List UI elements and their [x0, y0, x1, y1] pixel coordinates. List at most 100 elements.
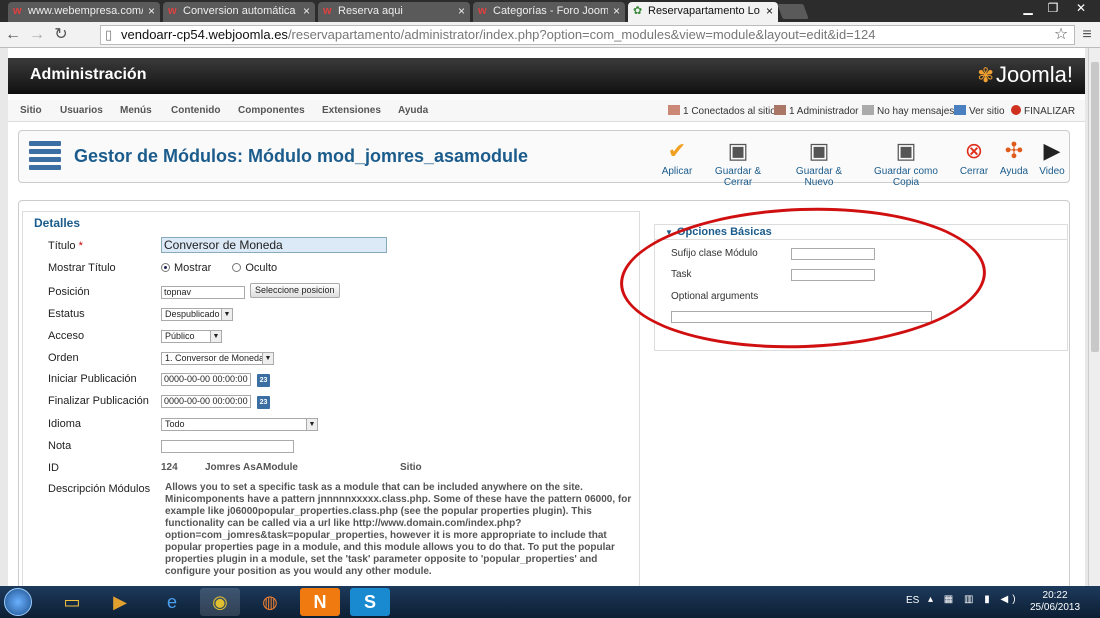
language-select[interactable]: Todo ▼ [161, 418, 318, 431]
url-host: vendoarr-cp54.webjoomla.es [121, 27, 288, 42]
save-new-label: Guardar & Nuevo [795, 166, 843, 188]
title-input[interactable]: Conversor de Moneda [161, 237, 387, 253]
hide-radio-label: Oculto [245, 262, 278, 274]
title-label: Título * [48, 240, 83, 252]
access-select[interactable]: Público ▼ [161, 330, 222, 343]
chevron-down-icon: ▼ [306, 419, 317, 430]
close-icon[interactable]: × [303, 2, 310, 21]
admin-menu-bar: Sitio Usuarios Menús Contenido Component… [8, 100, 1085, 122]
bookmark-star-icon[interactable]: ☆ [1052, 26, 1070, 44]
calendar-icon[interactable]: 23 [257, 374, 270, 387]
close-icon[interactable]: × [613, 2, 620, 21]
monitor-icon [954, 105, 966, 115]
browser-menu-icon[interactable]: ≡ [1078, 26, 1096, 44]
view-site-link[interactable]: Ver sitio [954, 105, 1005, 117]
chevron-down-icon: ▼ [210, 331, 221, 342]
minimize-icon[interactable]: ▁ [1015, 0, 1041, 18]
show-title-label: Mostrar Título [48, 262, 116, 274]
connected-users-status[interactable]: 1 Conectados al sitio [668, 105, 776, 117]
help-button[interactable]: ✣ Ayuda [999, 139, 1029, 178]
clock-date: 25/06/2013 [1030, 602, 1081, 613]
menu-menus[interactable]: Menús [120, 105, 152, 116]
order-select[interactable]: 1. Conversor de Moneda ▼ [161, 352, 274, 365]
checkmark-icon: ✔ [667, 138, 687, 163]
description-label: Descripción Módulos [48, 483, 151, 495]
admins-status[interactable]: 1 Administrador [774, 105, 858, 117]
reload-icon[interactable]: ↻ [52, 26, 70, 44]
details-legend: Detalles [34, 216, 81, 230]
start-button[interactable] [4, 588, 32, 616]
publish-end-label: Finalizar Publicación [48, 395, 149, 407]
tab-label: Reserva aqui [338, 5, 403, 17]
skype-icon[interactable]: S [350, 588, 390, 616]
save-close-button[interactable]: ▣ Guardar & Cerrar [702, 139, 774, 189]
show-radio[interactable]: Mostrar [161, 262, 211, 274]
note-input[interactable] [161, 440, 294, 453]
save-copy-label: Guardar como Copia [874, 166, 938, 188]
forward-icon[interactable]: → [28, 26, 46, 44]
tab-label: www.webempresa.com/r [28, 5, 143, 17]
close-label: Cerrar [959, 166, 989, 177]
app-n-icon[interactable]: N [300, 588, 340, 616]
title-label-text: Título [48, 240, 76, 252]
new-tab-button[interactable] [777, 4, 809, 19]
calendar-icon[interactable]: 23 [257, 396, 270, 409]
tab-label: Categorías - Foro Joomla! [493, 5, 608, 17]
save-new-button[interactable]: ▣ Guardar & Nuevo [783, 139, 855, 189]
clock-time: 20:22 [1042, 590, 1068, 601]
media-player-icon[interactable]: ▶ [100, 588, 140, 616]
explorer-icon[interactable]: ▭ [52, 588, 92, 616]
close-icon[interactable]: × [148, 2, 155, 21]
scrollbar-thumb[interactable] [1091, 62, 1099, 352]
menu-sitio[interactable]: Sitio [20, 105, 42, 116]
status-select[interactable]: Despublicado ▼ [161, 308, 233, 321]
hide-radio[interactable]: Oculto [232, 262, 277, 274]
position-label: Posición [48, 286, 90, 298]
chevron-down-icon: ▼ [262, 353, 273, 364]
menu-extensiones[interactable]: Extensiones [322, 105, 381, 116]
power-icon [1011, 105, 1021, 115]
system-clock[interactable]: 20:22 25/06/2013 [1030, 590, 1080, 614]
firefox-icon[interactable]: ◍ [250, 588, 290, 616]
maximize-icon[interactable]: ❐ [1040, 0, 1066, 18]
status-label: Estatus [48, 308, 85, 320]
menu-usuarios[interactable]: Usuarios [60, 105, 103, 116]
browser-tab-4[interactable]: w Categorías - Foro Joomla! × [473, 2, 625, 22]
address-bar[interactable]: ▯ vendoarr-cp54.webjoomla.es/reservaparta… [100, 25, 1075, 45]
favicon-w-icon: w [478, 5, 487, 17]
connected-text: 1 Conectados al sitio [683, 106, 776, 117]
close-icon[interactable]: × [458, 2, 465, 21]
logout-link[interactable]: FINALIZAR [1011, 105, 1075, 117]
internet-explorer-icon[interactable]: e [152, 588, 192, 616]
video-icon: ▶ [1043, 138, 1061, 163]
view-site-text: Ver sitio [969, 106, 1005, 117]
browser-tab-5[interactable]: ✿ Reservapartamento Lo m × [628, 2, 778, 22]
window-close-icon[interactable]: ✕ [1068, 0, 1094, 18]
select-position-button[interactable]: Seleccione posicion [250, 283, 340, 298]
browser-tab-3[interactable]: w Reserva aqui × [318, 2, 470, 22]
publish-end-input[interactable]: 0000-00-00 00:00:00 [161, 395, 251, 408]
page-title: Gestor de Módulos: Módulo mod_jomres_asa… [74, 146, 529, 166]
back-icon[interactable]: ← [4, 26, 22, 44]
save-copy-button[interactable]: ▣ Guardar como Copia [864, 139, 948, 189]
close-button[interactable]: ⊗ Cerrar [959, 139, 989, 178]
messages-status[interactable]: No hay mensajes [862, 105, 954, 117]
logout-text: FINALIZAR [1024, 106, 1076, 117]
page-scrollbar[interactable] [1088, 48, 1100, 586]
close-icon[interactable]: × [766, 2, 773, 21]
language-indicator[interactable]: ES [906, 595, 919, 606]
apply-button[interactable]: ✔ Aplicar [659, 138, 695, 178]
admin-title: Administración [30, 66, 147, 83]
browser-tab-2[interactable]: w Conversion automática d × [163, 2, 315, 22]
system-tray-icons[interactable]: ▴ ▦ ▥ ▮ ◀) [928, 594, 1020, 605]
order-label: Orden [48, 352, 79, 364]
browser-tab-1[interactable]: w www.webempresa.com/r × [8, 2, 160, 22]
publish-start-input[interactable]: 0000-00-00 00:00:00 [161, 373, 251, 386]
video-button[interactable]: ▶ Video [1039, 138, 1065, 178]
menu-contenido[interactable]: Contenido [171, 105, 220, 116]
favicon-joomla-icon: ✿ [633, 5, 643, 17]
position-input[interactable]: topnav [161, 286, 245, 299]
menu-ayuda[interactable]: Ayuda [398, 105, 428, 116]
menu-componentes[interactable]: Componentes [238, 105, 305, 116]
chrome-icon[interactable]: ◉ [200, 588, 240, 616]
